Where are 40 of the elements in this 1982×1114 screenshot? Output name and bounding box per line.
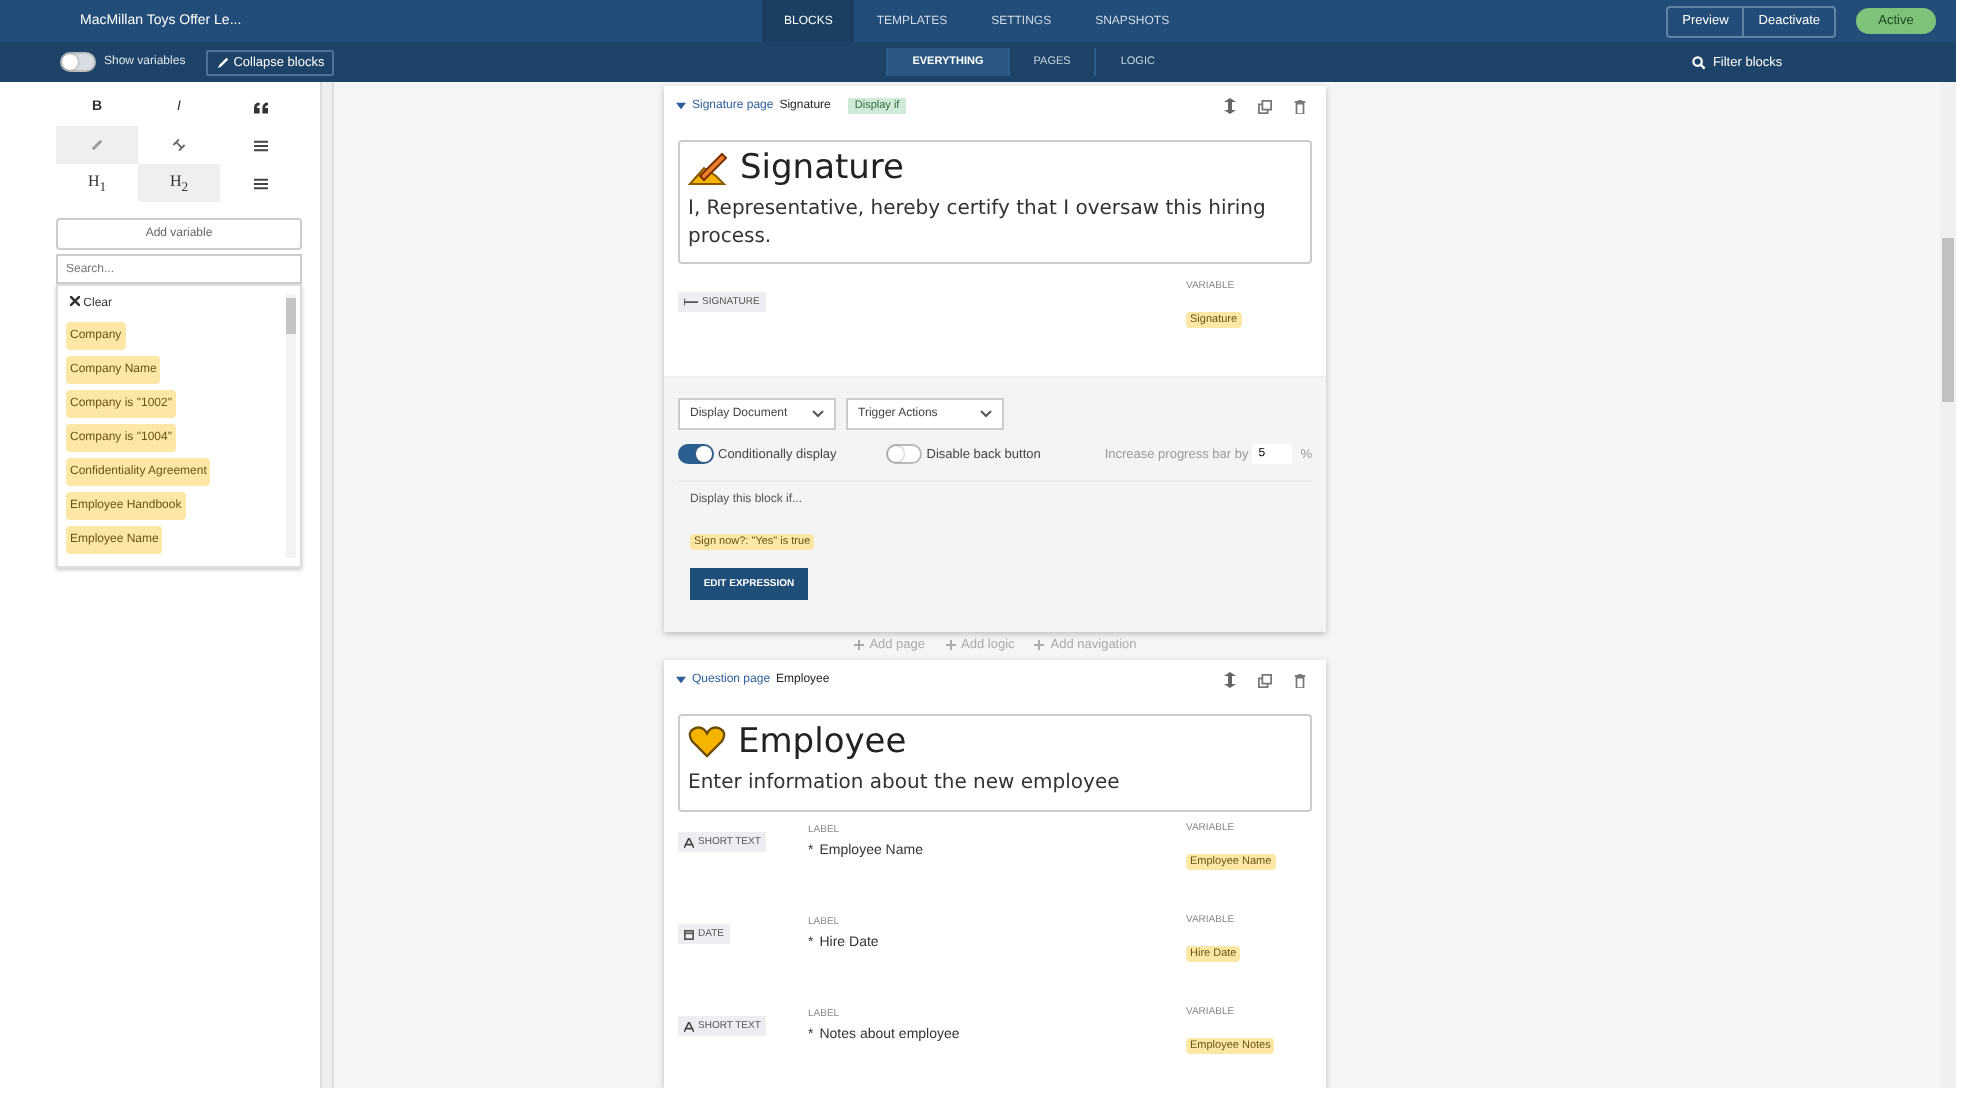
quote-icon xyxy=(254,101,268,113)
plus-icon xyxy=(1034,640,1045,650)
list-icon xyxy=(254,139,268,151)
chevron-down-icon xyxy=(812,410,824,418)
chevron-down-icon xyxy=(980,410,992,418)
scrollbar[interactable] xyxy=(286,294,296,558)
heading-button[interactable]: H$_{2}$ xyxy=(138,164,220,202)
pencil-icon xyxy=(215,55,230,69)
move-icon[interactable] xyxy=(1224,672,1236,688)
move-icon[interactable] xyxy=(1224,98,1236,114)
heading-button[interactable]: H$_{1}$ xyxy=(56,164,138,202)
copy-icon[interactable] xyxy=(1258,673,1272,687)
signature-line-icon xyxy=(684,298,698,306)
unlink-icon xyxy=(172,138,186,152)
page-content-box[interactable]: Signature I, Representative, hereby certify that I oversaw this hiring process. xyxy=(678,140,1312,264)
scrollbar[interactable] xyxy=(1940,82,1956,1088)
calendar-icon xyxy=(684,929,694,939)
caret-icon[interactable] xyxy=(676,102,686,110)
heart-icon xyxy=(688,726,726,758)
copy-icon[interactable] xyxy=(1258,99,1272,113)
text-icon xyxy=(684,1021,694,1031)
toggle-switch[interactable] xyxy=(678,444,714,464)
trash-icon[interactable] xyxy=(1294,99,1306,113)
plus-icon xyxy=(945,640,956,650)
trash-icon[interactable] xyxy=(1294,673,1306,687)
page-description: I, Representative, hereby certify that I oversaw this hiring process. xyxy=(688,196,1268,250)
toggle-switch[interactable] xyxy=(886,444,923,464)
search-icon xyxy=(1692,55,1707,69)
close-icon xyxy=(70,296,80,306)
page-title: Signature xyxy=(740,148,905,188)
link-icon xyxy=(90,138,104,152)
text-icon xyxy=(684,837,694,847)
caret-icon[interactable] xyxy=(676,676,686,684)
plus-icon xyxy=(853,640,864,650)
page-content-box[interactable]: Employee Enter information about the new employee xyxy=(678,714,1312,811)
list-icon xyxy=(254,177,268,189)
page-description: Enter information about the new employee xyxy=(688,770,1122,797)
toggle-switch[interactable] xyxy=(60,52,96,72)
writing-hand-icon xyxy=(688,151,728,185)
page-title: Employee xyxy=(738,722,907,762)
